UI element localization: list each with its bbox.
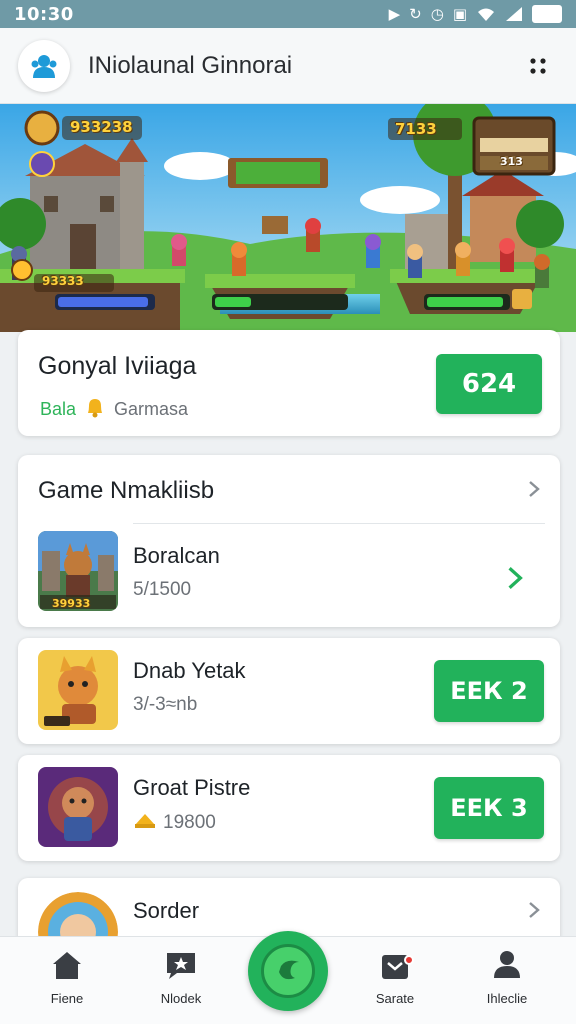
nav-item-home[interactable]: Fiene [22, 947, 112, 1006]
play-store-icon: ▶ [388, 6, 401, 23]
profile-meta: Bala Garmasa [40, 396, 188, 423]
small-coins-counter: 93333 [42, 274, 84, 288]
play-button[interactable]: ЕЕК 2 [434, 660, 544, 722]
game-title: Dnab Yetak [133, 658, 246, 683]
list-divider [133, 523, 545, 524]
game-banner[interactable]: 933238 93333 7133 313 [0, 104, 576, 332]
game-card: Groat Pistre 19800 ЕЕК 3 [18, 755, 560, 861]
user-group-icon[interactable] [18, 39, 70, 92]
profile-icon [494, 951, 520, 978]
sync-icon: ↻ [409, 6, 422, 23]
signal-icon [505, 5, 523, 23]
nav-item-profile[interactable]: Ihleclie [462, 947, 552, 1006]
nav-label: Fiene [50, 991, 84, 1006]
app-title: INiolaunal Ginnorai [88, 51, 293, 79]
alarm-icon: ◷ [430, 6, 444, 23]
panel-value: 313 [500, 155, 523, 168]
more-dots-icon[interactable] [518, 46, 558, 86]
play-center-button[interactable] [248, 931, 328, 1011]
banner-artwork [0, 104, 576, 332]
home-icon [53, 952, 81, 979]
profile-card: Gonyal Iviiaga Bala Garmasa 624 [18, 330, 560, 436]
game-list-title: Game Nmakliisb [38, 477, 215, 504]
notification-badge [404, 955, 414, 965]
game-subtitle: 19800 [163, 812, 216, 833]
game-list-card: Game Nmakliisb 39933 Boralcan 5/1500 [18, 455, 560, 627]
profile-level: Bala [40, 399, 77, 419]
battery-icon [532, 5, 562, 23]
nav-item-store[interactable]: Sarate [350, 947, 440, 1006]
wifi-icon [476, 5, 496, 23]
game-title: Boralcan [133, 543, 220, 568]
game-subtitle: 5/1500 [133, 579, 192, 600]
shop-icon: ▣ [452, 6, 467, 23]
status-bar: 10:30 ▶ ↻ ◷ ▣ [0, 0, 576, 28]
chevron-right-icon[interactable] [524, 479, 544, 499]
profile-name: Gonyal Iviiaga [38, 352, 197, 380]
play-button[interactable]: ЕЕК 3 [434, 777, 544, 839]
nav-label: Nlodek [160, 991, 202, 1006]
status-time: 10:30 [14, 3, 74, 25]
nav-item-mode[interactable]: Nlodek [136, 947, 226, 1006]
game-card: Dnab Yetak 3/-3≈nb ЕЕК 2 [18, 638, 560, 744]
game-thumbnail-3[interactable] [38, 767, 118, 847]
game-title: Groat Pistre [133, 775, 251, 800]
nav-label: Sarate [375, 991, 415, 1006]
bell-icon [84, 396, 106, 423]
game-subtitle-row: 19800 [133, 811, 216, 835]
chevron-right-icon[interactable] [524, 900, 544, 920]
play-center-icon [261, 944, 315, 998]
game-thumbnail-2[interactable] [38, 650, 118, 730]
thumb-caption: 39933 [52, 597, 91, 610]
right-counter: 7133 [395, 120, 437, 138]
game-title: Sorder [133, 898, 200, 923]
game-subtitle: 3/-3≈nb [133, 694, 198, 715]
app-header: INiolaunal Ginnorai [0, 28, 576, 104]
bottom-nav: Fiene Nlodek Sarate Ihleclie [0, 931, 576, 1024]
bag-icon [382, 955, 408, 979]
nav-label: Ihleclie [486, 991, 528, 1006]
status-icons: ▶ ↻ ◷ ▣ [389, 5, 562, 23]
coins-counter: 933238 [70, 118, 133, 136]
star-chat-icon [167, 953, 195, 979]
profile-action-button[interactable]: 624 [436, 354, 542, 414]
coin-icon [133, 811, 157, 835]
profile-subtitle: Garmasa [114, 399, 189, 419]
chevron-right-icon[interactable] [504, 565, 526, 591]
